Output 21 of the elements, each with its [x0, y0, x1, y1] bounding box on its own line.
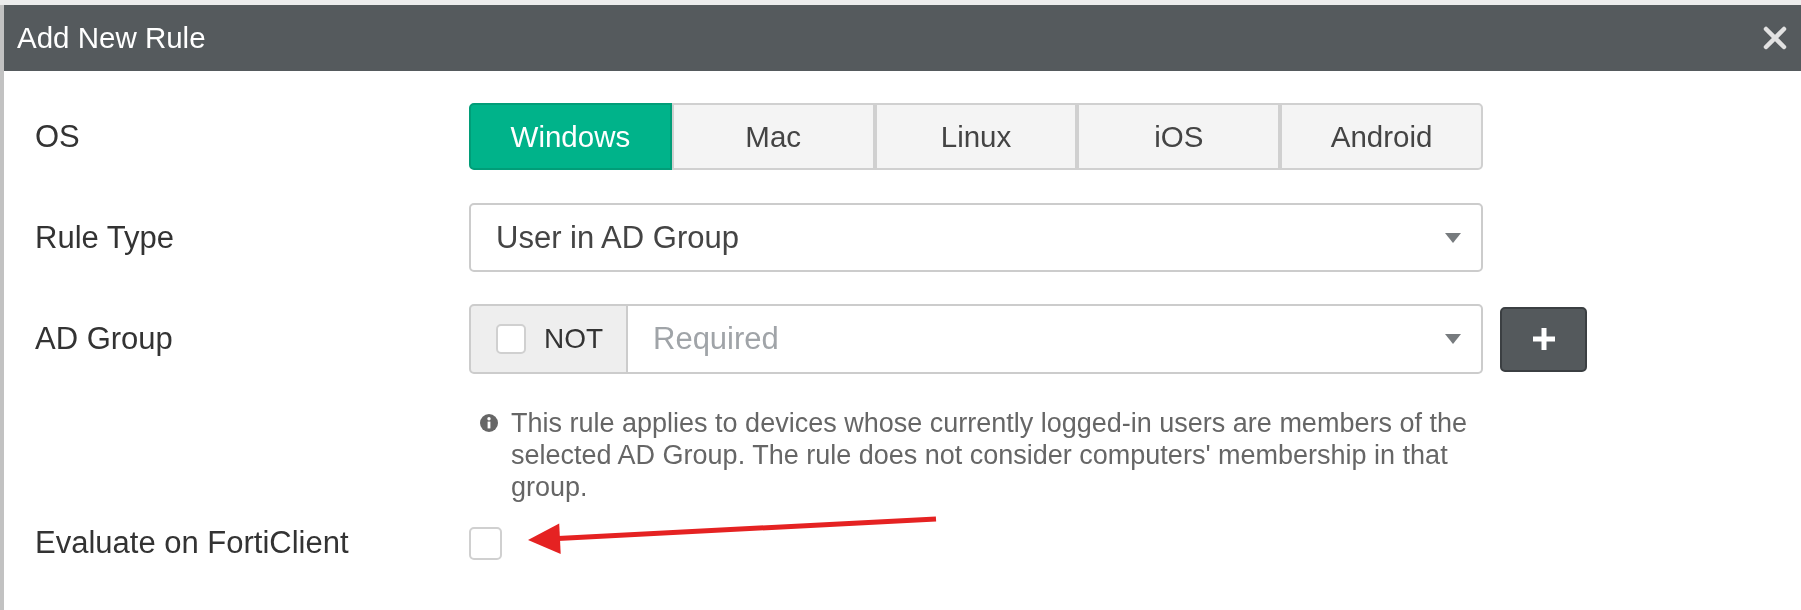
dialog-title: Add New Rule — [17, 21, 206, 55]
field-label: OS — [35, 118, 80, 155]
os-option-button[interactable]: Mac — [671, 103, 875, 170]
os-option-button[interactable]: Linux — [874, 103, 1078, 170]
checkbox[interactable] — [469, 526, 502, 560]
add-button[interactable] — [1500, 306, 1587, 372]
field-label: Evaluate on FortiClient — [35, 525, 349, 561]
caret-down-icon — [1445, 334, 1461, 344]
caret-down-icon — [1445, 232, 1461, 243]
plus-icon — [1532, 328, 1555, 350]
close-icon — [1763, 26, 1787, 50]
os-option-button[interactable]: iOS — [1077, 103, 1281, 170]
field-label: AD Group — [35, 321, 173, 357]
field-label: Rule Type — [35, 219, 174, 256]
rule-type-select[interactable]: User in AD Group — [469, 203, 1483, 272]
info-icon — [480, 414, 498, 432]
not-label: NOT — [544, 323, 604, 355]
close-button[interactable] — [1763, 26, 1787, 50]
os-option-button[interactable]: Android — [1280, 103, 1483, 170]
help-text: This rule applies to devices whose currently logged-in users are members of the selected AD Group. The rule does not consider computers' membership in that group. — [511, 407, 1468, 503]
checkbox[interactable] — [496, 324, 526, 354]
